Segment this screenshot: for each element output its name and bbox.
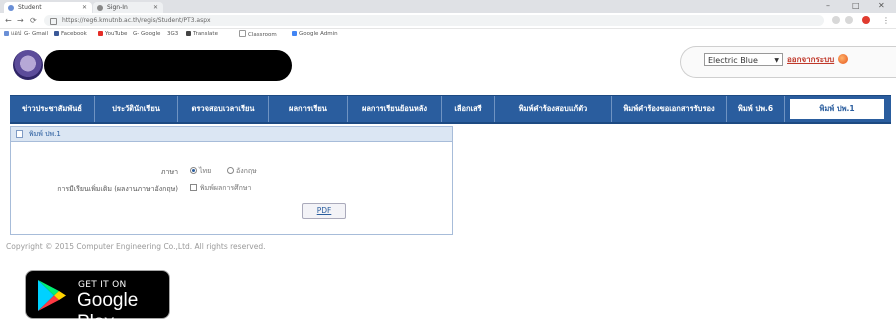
nav-item-print-pp1[interactable]: พิมพ์ ปพ.1 — [788, 97, 886, 121]
translate-icon — [186, 31, 191, 36]
bookmark-youtube[interactable]: YouTube — [98, 30, 127, 38]
close-tab-icon[interactable]: ✕ — [82, 2, 87, 13]
favicon-icon — [97, 5, 103, 11]
pdf-button[interactable]: PDF — [302, 203, 346, 219]
nav-item-attendance[interactable]: ตรวจสอบเวลาเรียน — [178, 96, 269, 122]
tab-label: Student — [18, 4, 42, 11]
nav-item-print-pp6[interactable]: พิมพ์ ปพ.6 — [727, 96, 785, 122]
bookmark-apps[interactable]: แอป — [4, 30, 21, 38]
badge-big-text: Google Play — [77, 290, 139, 333]
language-english-label: อังกฤษ — [236, 167, 257, 175]
browser-tab-bar: Student ✕ Sign-In ✕ – □ ✕ — [0, 0, 896, 13]
reload-icon[interactable]: ⟳ — [30, 15, 37, 26]
language-label: ภาษา — [160, 168, 178, 176]
bookmark-label: YouTube — [105, 31, 128, 37]
menu-icon[interactable]: ⋮ — [882, 15, 890, 26]
print-results-checkbox[interactable] — [190, 184, 197, 191]
nav-item-grades[interactable]: ผลการเรียน — [269, 96, 348, 122]
panel-title: พิมพ์ ปพ.1 — [29, 130, 61, 138]
profile-icon[interactable] — [862, 16, 870, 24]
nav-item-profile[interactable]: ประวัตินักเรียน — [95, 96, 178, 122]
school-logo — [13, 50, 43, 80]
star-icon[interactable] — [845, 16, 853, 24]
google-play-icon — [38, 280, 66, 311]
url-text: https://reg6.kmutnb.ac.th/regis/Student/… — [62, 17, 211, 24]
admin-icon — [292, 31, 297, 36]
badge-small-text: GET IT ON — [78, 280, 127, 290]
address-row: ← → ⟳ https://reg6.kmutnb.ac.th/regis/St… — [0, 13, 896, 29]
copyright-text: Copyright © 2015 Computer Engineering Co… — [6, 242, 266, 251]
nav-item-grade-history[interactable]: ผลการเรียนย้อนหลัง — [348, 96, 442, 122]
logout-label: ออกจากระบบ — [787, 55, 835, 64]
google-play-badge[interactable]: GET IT ON Google Play — [25, 270, 170, 333]
redacted-school-name — [44, 50, 292, 81]
language-english-radio[interactable] — [227, 167, 234, 174]
bookmark-label: Google Admin — [299, 31, 338, 37]
lock-icon — [50, 18, 57, 25]
close-window-icon[interactable]: ✕ — [878, 0, 885, 12]
bookmark-label: 3G3 — [167, 31, 179, 37]
bookmark-facebook[interactable]: Facebook — [54, 30, 87, 38]
address-bar[interactable]: https://reg6.kmutnb.ac.th/regis/Student/… — [44, 15, 824, 26]
page-icon — [239, 30, 246, 37]
bookmark-classroom[interactable]: Classroom — [239, 30, 277, 39]
language-thai-label: ไทย — [199, 167, 212, 175]
bookmark-3g3[interactable]: 3G3 — [167, 30, 178, 38]
language-thai-radio[interactable] — [190, 167, 197, 174]
theme-select-value: Electric Blue — [708, 56, 758, 65]
close-tab-icon[interactable]: ✕ — [153, 2, 158, 13]
print-pp1-panel: พิมพ์ ปพ.1 — [10, 126, 453, 235]
bookmark-label: Translate — [193, 31, 218, 37]
bookmark-label: Classroom — [248, 32, 277, 38]
bookmark-google-admin[interactable]: Google Admin — [292, 30, 338, 38]
extension-icon[interactable] — [832, 16, 840, 24]
bookmark-label: G- Google — [133, 31, 161, 37]
panel-header: พิมพ์ ปพ.1 — [11, 127, 452, 142]
bookmark-translate[interactable]: Translate — [186, 30, 218, 38]
logout-icon — [838, 54, 849, 64]
browser-tab-student[interactable]: Student ✕ — [4, 2, 92, 13]
youtube-icon — [98, 31, 103, 36]
bookmark-label: แอป — [11, 31, 22, 37]
tab-label: Sign-In — [107, 4, 128, 11]
nav-item-news[interactable]: ข่าวประชาสัมพันธ์ — [10, 96, 95, 122]
bookmark-gmail[interactable]: G- Gmail — [24, 30, 48, 38]
back-icon[interactable]: ← — [5, 15, 12, 26]
minimize-icon[interactable]: – — [826, 0, 830, 12]
maximize-icon[interactable]: □ — [852, 0, 860, 12]
bookmarks-bar: แอป G- Gmail Facebook YouTube G- Google … — [0, 29, 896, 39]
forward-icon[interactable]: → — [17, 15, 24, 26]
document-icon — [16, 130, 23, 138]
facebook-icon — [54, 31, 59, 36]
bookmark-label: Facebook — [61, 31, 87, 37]
bookmark-label: G- Gmail — [24, 31, 49, 37]
nav-item-retake-form[interactable]: พิมพ์คำร้องสอบแก้ตัว — [495, 96, 612, 122]
chevron-down-icon: ▼ — [774, 57, 779, 64]
bookmark-google[interactable]: G- Google — [133, 30, 160, 38]
main-nav: ข่าวประชาสัมพันธ์ ประวัตินักเรียน ตรวจสอ… — [10, 95, 891, 124]
theme-select[interactable]: Electric Blue ▼ — [704, 53, 783, 66]
nav-item-electives[interactable]: เลือกเสรี — [442, 96, 495, 122]
graduate-label: การมีเรียนเพิ่มเติม (ผลงานภาษาอังกฤษ) — [57, 185, 178, 193]
print-results-label: พิมพ์ผลการศึกษา — [200, 184, 252, 192]
apps-icon — [4, 31, 9, 36]
favicon-icon — [8, 5, 14, 11]
nav-item-certificate-form[interactable]: พิมพ์คำร้องขอเอกสารรับรอง — [612, 96, 727, 122]
logout-link[interactable]: ออกจากระบบ — [787, 53, 849, 66]
browser-tab-signin[interactable]: Sign-In ✕ — [93, 2, 163, 13]
